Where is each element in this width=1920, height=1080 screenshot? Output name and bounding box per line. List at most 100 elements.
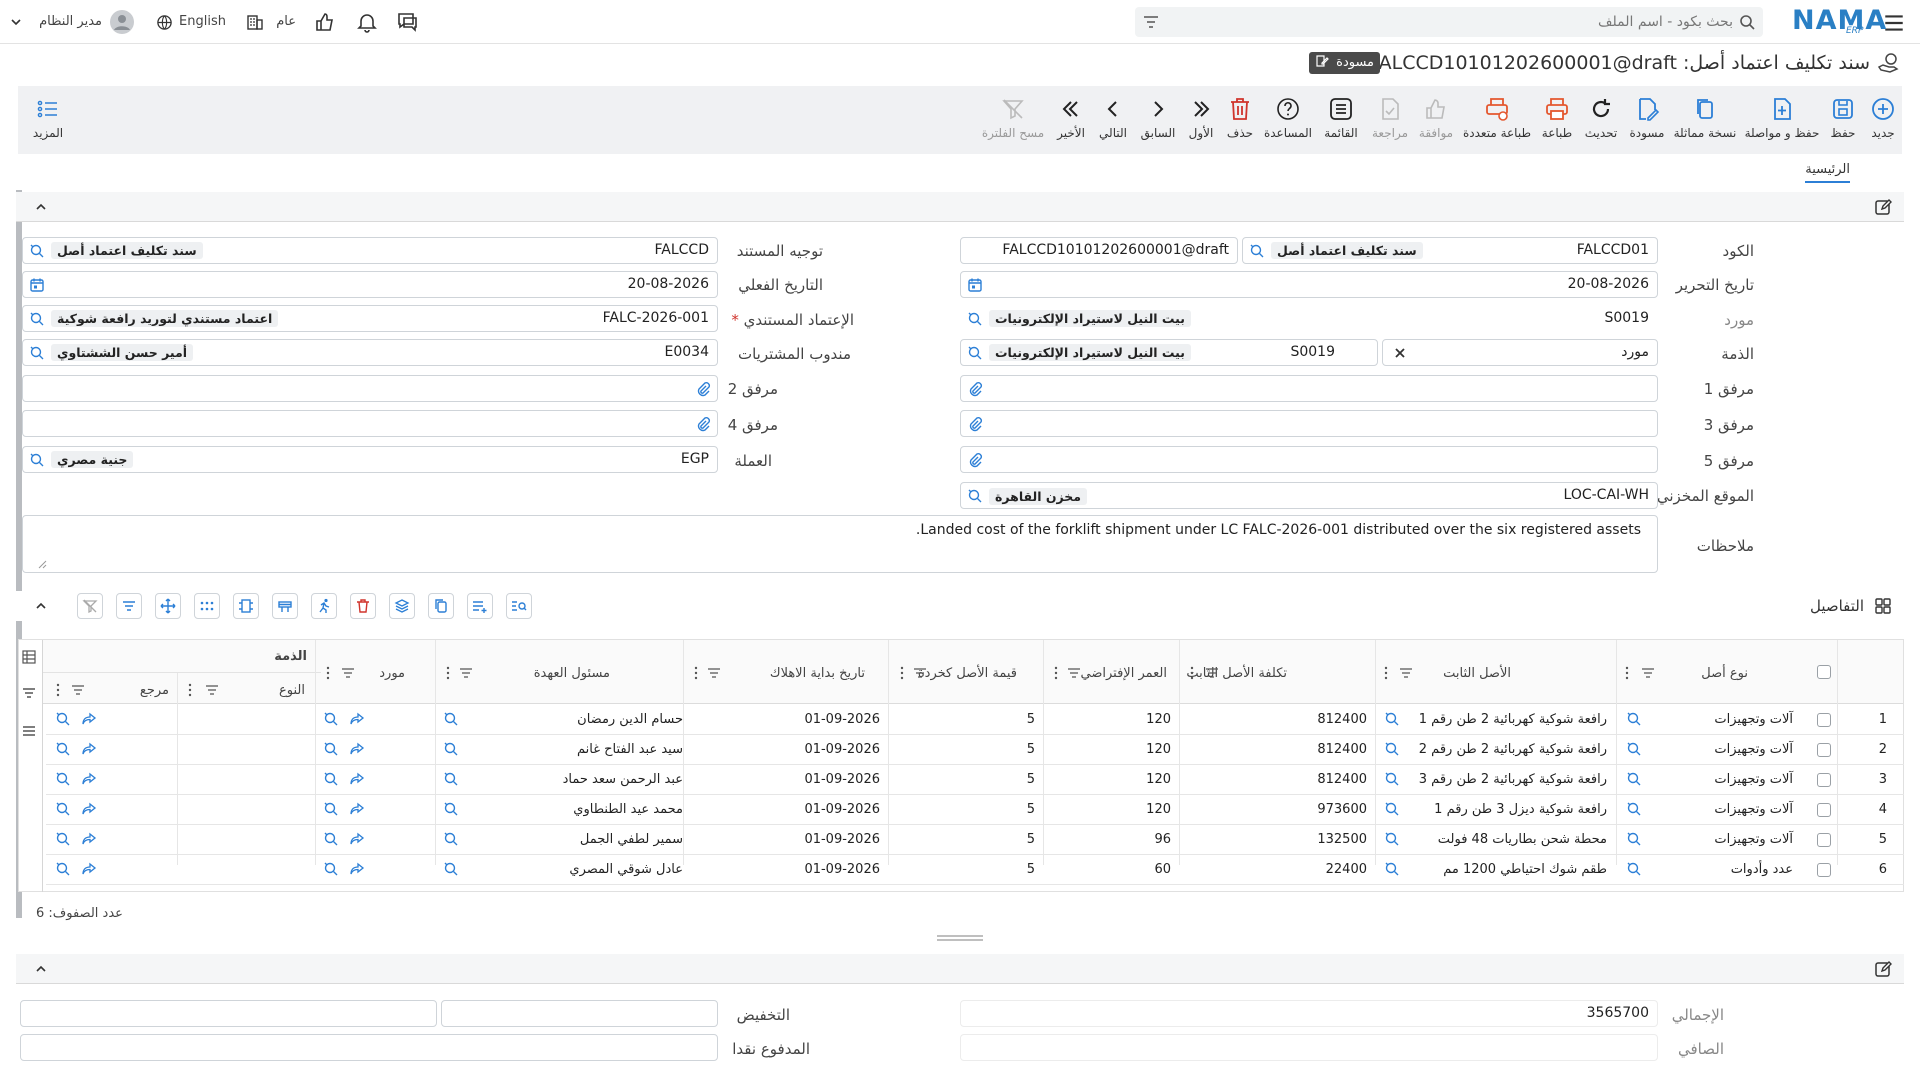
share-arrow-icon[interactable]: [81, 741, 97, 757]
chat-icon[interactable]: [396, 10, 420, 34]
paperclip-icon[interactable]: [967, 416, 983, 432]
table-row[interactable]: 4 آلات وتجهيزات رافعة شوكية ديزل 3 طن رقم …: [19, 795, 1905, 825]
search-input[interactable]: [1193, 7, 1733, 37]
share-arrow-icon[interactable]: [349, 711, 365, 727]
row-checkbox[interactable]: [1817, 713, 1831, 727]
list-button[interactable]: القائمة: [1320, 96, 1362, 148]
notification-bell-icon[interactable]: [355, 10, 379, 34]
cash-paid-field[interactable]: [20, 1034, 718, 1061]
account-type-select[interactable]: مورد: [1349, 339, 1658, 366]
collapse-chevron-icon[interactable]: [34, 200, 48, 214]
lookup-icon[interactable]: [29, 311, 45, 327]
next-button[interactable]: التالي: [1094, 96, 1132, 148]
lookup-icon[interactable]: [29, 243, 45, 259]
code-field[interactable]: FALCCD01 سند تكليف اعتماد أصل: [1242, 237, 1658, 264]
language-selector[interactable]: English: [156, 10, 226, 34]
filter-lines-icon[interactable]: [1067, 666, 1081, 680]
lookup-icon[interactable]: [55, 861, 71, 877]
discount-value-field[interactable]: [441, 1000, 718, 1027]
table-icon[interactable]: [22, 650, 36, 664]
lookup-icon[interactable]: [1384, 861, 1400, 877]
table-row[interactable]: 5 آلات وتجهيزات محطة شحن بطاريات 48 فولت 13…: [19, 825, 1905, 855]
share-arrow-icon[interactable]: [81, 831, 97, 847]
table-row[interactable]: 2 آلات وتجهيزات رافعة شوكية كهربائية 2 طن …: [19, 735, 1905, 765]
filter-lines-icon[interactable]: [341, 666, 355, 680]
header-supplier[interactable]: مورد: [379, 666, 405, 681]
lookup-icon[interactable]: [1626, 711, 1642, 727]
lookup-icon[interactable]: [55, 801, 71, 817]
header-default-life[interactable]: العمر الإفتراضي: [1081, 666, 1168, 681]
attachment-2-field[interactable]: [22, 375, 718, 402]
review-button[interactable]: مراجعة: [1370, 96, 1410, 148]
table-row[interactable]: 3 آلات وتجهيزات رافعة شوكية كهربائية 2 طن …: [19, 765, 1905, 795]
grid-clear-filter-button[interactable]: [77, 593, 103, 619]
filter-lines-icon[interactable]: [707, 666, 721, 680]
lookup-icon[interactable]: [443, 711, 459, 727]
refresh-button[interactable]: تحديث: [1582, 96, 1620, 148]
clear-filter-button[interactable]: مسح الفلترة: [980, 96, 1046, 148]
paperclip-icon[interactable]: [967, 381, 983, 397]
lookup-icon[interactable]: [1626, 741, 1642, 757]
share-arrow-icon[interactable]: [349, 861, 365, 877]
kebab-menu-icon[interactable]: [445, 666, 451, 680]
purchase-rep-field[interactable]: E0034 أمير حسن الششتاوي: [22, 339, 718, 366]
paperclip-icon[interactable]: [695, 381, 711, 397]
row-checkbox[interactable]: [1817, 773, 1831, 787]
header-custodian[interactable]: مسئول العهدة: [534, 666, 610, 681]
discount-percent-field[interactable]: [20, 1000, 437, 1027]
filter-lines-icon[interactable]: [913, 666, 927, 680]
kebab-menu-icon[interactable]: [187, 683, 193, 697]
location-field[interactable]: LOC-CAI-WH مخزن القاهرة: [960, 482, 1658, 509]
filter-lines-icon[interactable]: [205, 683, 219, 697]
lookup-icon[interactable]: [55, 711, 71, 727]
save-continue-button[interactable]: حفظ و مواصلة: [1744, 96, 1820, 148]
lookup-icon[interactable]: [443, 861, 459, 877]
grid-add-row-button[interactable]: [467, 593, 493, 619]
attachment-5-field[interactable]: [960, 446, 1658, 473]
kebab-menu-icon[interactable]: [1383, 666, 1389, 680]
attachment-4-field[interactable]: [22, 410, 718, 437]
multi-print-button[interactable]: طباعة متعددة: [1462, 96, 1532, 148]
company-selector[interactable]: عام: [246, 10, 296, 34]
lookup-icon[interactable]: [1384, 801, 1400, 817]
lookup-icon[interactable]: [323, 801, 339, 817]
attachment-1-field[interactable]: [960, 375, 1658, 402]
lookup-icon[interactable]: [443, 771, 459, 787]
lookup-icon[interactable]: [323, 831, 339, 847]
new-button[interactable]: جديد: [1864, 96, 1902, 148]
notes-textarea[interactable]: Landed cost of the forklift shipment und…: [22, 515, 1658, 573]
filter-lines-icon[interactable]: [71, 683, 85, 697]
header-asset-cost[interactable]: تكلفة الأصل الثابت: [1186, 666, 1287, 681]
lookup-icon[interactable]: [55, 831, 71, 847]
kebab-menu-icon[interactable]: [1189, 666, 1195, 680]
edit-date-field[interactable]: 20-08-2026: [960, 271, 1658, 298]
grid-move-button[interactable]: [155, 593, 181, 619]
grid-apps-button[interactable]: [194, 593, 220, 619]
print-button[interactable]: طباعة: [1538, 96, 1576, 148]
calendar-icon[interactable]: [29, 277, 45, 293]
grid-transfer-button[interactable]: [272, 593, 298, 619]
header-scrap-value[interactable]: قيمة الأصل كخردة: [918, 666, 1017, 681]
clear-icon[interactable]: [1393, 346, 1407, 360]
approve-button[interactable]: موافقة: [1416, 96, 1456, 148]
lookup-icon[interactable]: [323, 741, 339, 757]
lookup-icon[interactable]: [323, 771, 339, 787]
actual-date-field[interactable]: 20-08-2026: [22, 271, 718, 298]
kebab-menu-icon[interactable]: [1053, 666, 1059, 680]
lookup-icon[interactable]: [1626, 771, 1642, 787]
filter-lines-icon[interactable]: [1399, 666, 1413, 680]
kebab-menu-icon[interactable]: [325, 666, 331, 680]
lookup-icon[interactable]: [1384, 771, 1400, 787]
more-button[interactable]: المزيد: [26, 96, 70, 148]
previous-button[interactable]: السابق: [1138, 96, 1178, 148]
grid-copy-button[interactable]: [428, 593, 454, 619]
lookup-icon[interactable]: [55, 771, 71, 787]
account-field[interactable]: S0019 بيت النيل لاستيراد الإلكترونيات: [960, 339, 1378, 366]
grid-run-button[interactable]: [311, 593, 337, 619]
help-button[interactable]: المساعدة: [1262, 96, 1314, 148]
select-all-checkbox[interactable]: [1817, 665, 1831, 679]
table-row[interactable]: 6 عدد وأدوات طقم شوك احتياطي 1200 مم 22400 6…: [19, 855, 1905, 885]
grid-layers-button[interactable]: [389, 593, 415, 619]
first-button[interactable]: الأول: [1184, 96, 1218, 148]
grid-filter-button[interactable]: [116, 593, 142, 619]
